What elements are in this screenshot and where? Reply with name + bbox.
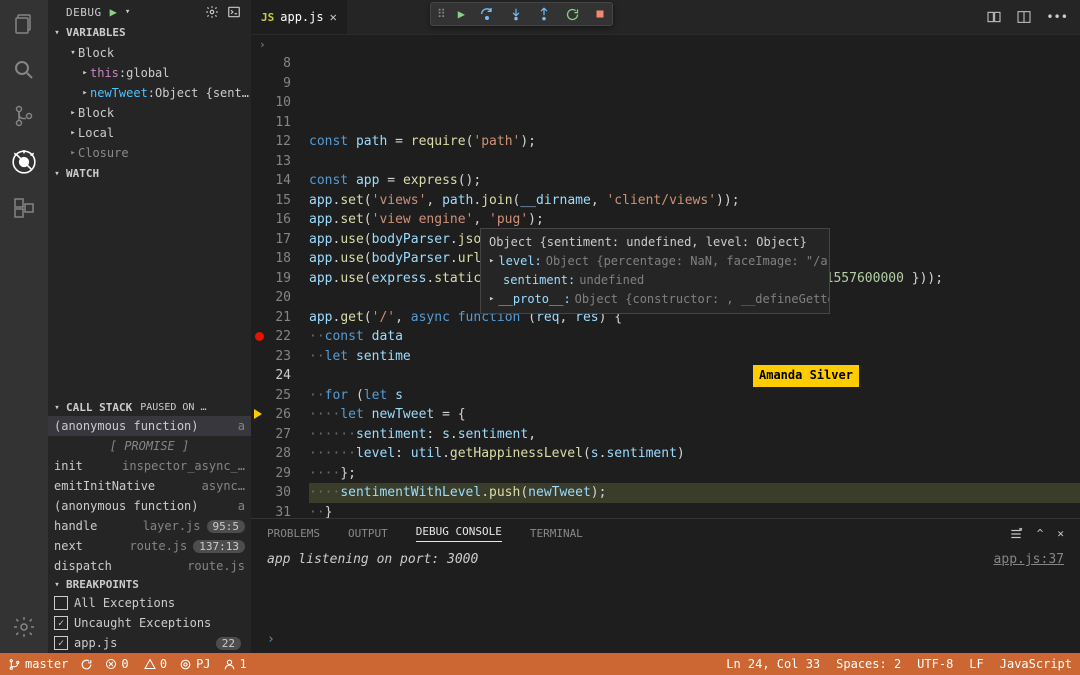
code-editor[interactable]: 8910111213141516171819202122232425262728… [251, 54, 1080, 518]
callstack-row[interactable]: initinspector_async_… [48, 456, 251, 476]
js-file-icon: JS [261, 11, 274, 24]
callstack-row[interactable]: handlelayer.js95:5 [48, 516, 251, 536]
tab-label: app.js [280, 10, 323, 24]
console-prompt[interactable]: › [267, 632, 275, 647]
bottom-panel: PROBLEMS OUTPUT DEBUG CONSOLE TERMINAL ^… [251, 518, 1080, 653]
status-cursor[interactable]: Ln 24, Col 33 [726, 657, 820, 671]
editor-area: JS app.js ✕ ••• ⠿ ▶ › 891011121314151617… [251, 0, 1080, 653]
liveshare-cursor-tag: Amanda Silver [753, 365, 859, 387]
gutter[interactable]: 8910111213141516171819202122232425262728… [251, 54, 309, 518]
panel-close-icon[interactable]: ✕ [1057, 527, 1064, 541]
step-over-button[interactable] [479, 6, 495, 22]
bp-appjs[interactable]: app.js22 [48, 633, 251, 653]
activity-bar [0, 0, 48, 653]
status-errors[interactable]: 0 0 [105, 657, 167, 671]
status-branch[interactable]: master [8, 657, 68, 671]
tab-problems[interactable]: PROBLEMS [267, 527, 320, 540]
tab-output[interactable]: OUTPUT [348, 527, 388, 540]
breakpoints-section-header[interactable]: ▾BREAKPOINTS [48, 576, 251, 593]
debug-side-panel: DEBUG ▶ ▾ ▾VARIABLES ▾Block ▸this: globa… [48, 0, 251, 653]
start-debug-button[interactable]: ▶ [110, 5, 117, 19]
scope-local[interactable]: ▸Local [48, 123, 251, 143]
status-bar: master 0 0 PJ 1 Ln 24, Col 33 Spaces: 2 … [0, 653, 1080, 675]
scope-closure[interactable]: ▸Closure [48, 143, 251, 163]
status-spaces[interactable]: Spaces: 2 [836, 657, 901, 671]
scope-block[interactable]: ▾Block [48, 43, 251, 63]
bp-all-exceptions[interactable]: All Exceptions [48, 593, 251, 613]
callstack-row[interactable]: dispatchroute.js [48, 556, 251, 576]
stop-button[interactable] [594, 8, 606, 20]
debug-console-body[interactable]: app listening on port: 3000 app.js:37 › [251, 548, 1080, 653]
var-this[interactable]: ▸this: global [48, 63, 251, 83]
debug-config-dropdown[interactable]: ▾ [125, 7, 130, 17]
tab-appjs[interactable]: JS app.js ✕ [251, 0, 347, 34]
bp-uncaught-exceptions[interactable]: Uncaught Exceptions [48, 613, 251, 633]
watch-section-header[interactable]: ▾WATCH [48, 165, 251, 182]
callstack-list: (anonymous function)a[ PROMISE ]initinsp… [48, 416, 251, 576]
status-sync[interactable] [80, 658, 93, 671]
breadcrumb[interactable]: › [251, 34, 1080, 54]
status-eol[interactable]: LF [969, 657, 983, 671]
debug-hover-tooltip: Object {sentiment: undefined, level: Obj… [480, 228, 830, 314]
more-actions-icon[interactable]: ••• [1046, 9, 1068, 25]
status-liveshare[interactable]: PJ [179, 657, 210, 671]
debug-toolbar: ⠿ ▶ [430, 2, 613, 26]
explorer-icon[interactable] [10, 10, 38, 38]
var-newtweet[interactable]: ▸newTweet: Object {sent… [48, 83, 251, 103]
settings-gear-icon[interactable] [10, 613, 38, 641]
variables-section-header[interactable]: ▾VARIABLES [48, 24, 251, 41]
callstack-row[interactable]: nextroute.js137:13 [48, 536, 251, 556]
tab-bar: JS app.js ✕ ••• [251, 0, 1080, 34]
scope-block-2[interactable]: ▸Block [48, 103, 251, 123]
debug-settings-icon[interactable] [205, 5, 219, 19]
clear-console-icon[interactable] [1009, 527, 1023, 541]
status-encoding[interactable]: UTF-8 [917, 657, 953, 671]
debug-title: DEBUG [66, 6, 102, 19]
console-source-link[interactable]: app.js:37 [994, 552, 1064, 567]
compare-icon[interactable] [986, 9, 1002, 25]
source-control-icon[interactable] [10, 102, 38, 130]
debug-console-toggle-icon[interactable] [227, 5, 241, 19]
callstack-section-header[interactable]: ▾CALL STACKPAUSED ON … [48, 399, 251, 416]
split-editor-icon[interactable] [1016, 9, 1032, 25]
debug-header: DEBUG ▶ ▾ [48, 0, 251, 24]
callstack-row[interactable]: (anonymous function)a [48, 496, 251, 516]
status-participants[interactable]: 1 [223, 657, 247, 671]
extensions-icon[interactable] [10, 194, 38, 222]
search-icon[interactable] [10, 56, 38, 84]
panel-maximize-icon[interactable]: ^ [1037, 527, 1044, 541]
tab-close-icon[interactable]: ✕ [330, 10, 337, 24]
tab-terminal[interactable]: TERMINAL [530, 527, 583, 540]
status-lang[interactable]: JavaScript [1000, 657, 1072, 671]
restart-button[interactable] [565, 7, 580, 22]
callstack-row[interactable]: (anonymous function)a [48, 416, 251, 436]
continue-button[interactable]: ▶ [458, 7, 465, 21]
code-content[interactable]: Object {sentiment: undefined, level: Obj… [309, 54, 1080, 518]
step-out-button[interactable] [537, 7, 551, 21]
drag-grip-icon[interactable]: ⠿ [437, 7, 444, 21]
callstack-row[interactable]: [ PROMISE ] [48, 436, 251, 456]
console-msg: app listening on port: 3000 [267, 552, 478, 567]
tab-debug-console[interactable]: DEBUG CONSOLE [416, 525, 502, 542]
debug-icon[interactable] [10, 148, 38, 176]
variables-tree: ▾Block ▸this: global ▸newTweet: Object {… [48, 41, 251, 165]
step-into-button[interactable] [509, 7, 523, 21]
panel-tabs: PROBLEMS OUTPUT DEBUG CONSOLE TERMINAL ^… [251, 519, 1080, 548]
callstack-row[interactable]: emitInitNativeasync… [48, 476, 251, 496]
